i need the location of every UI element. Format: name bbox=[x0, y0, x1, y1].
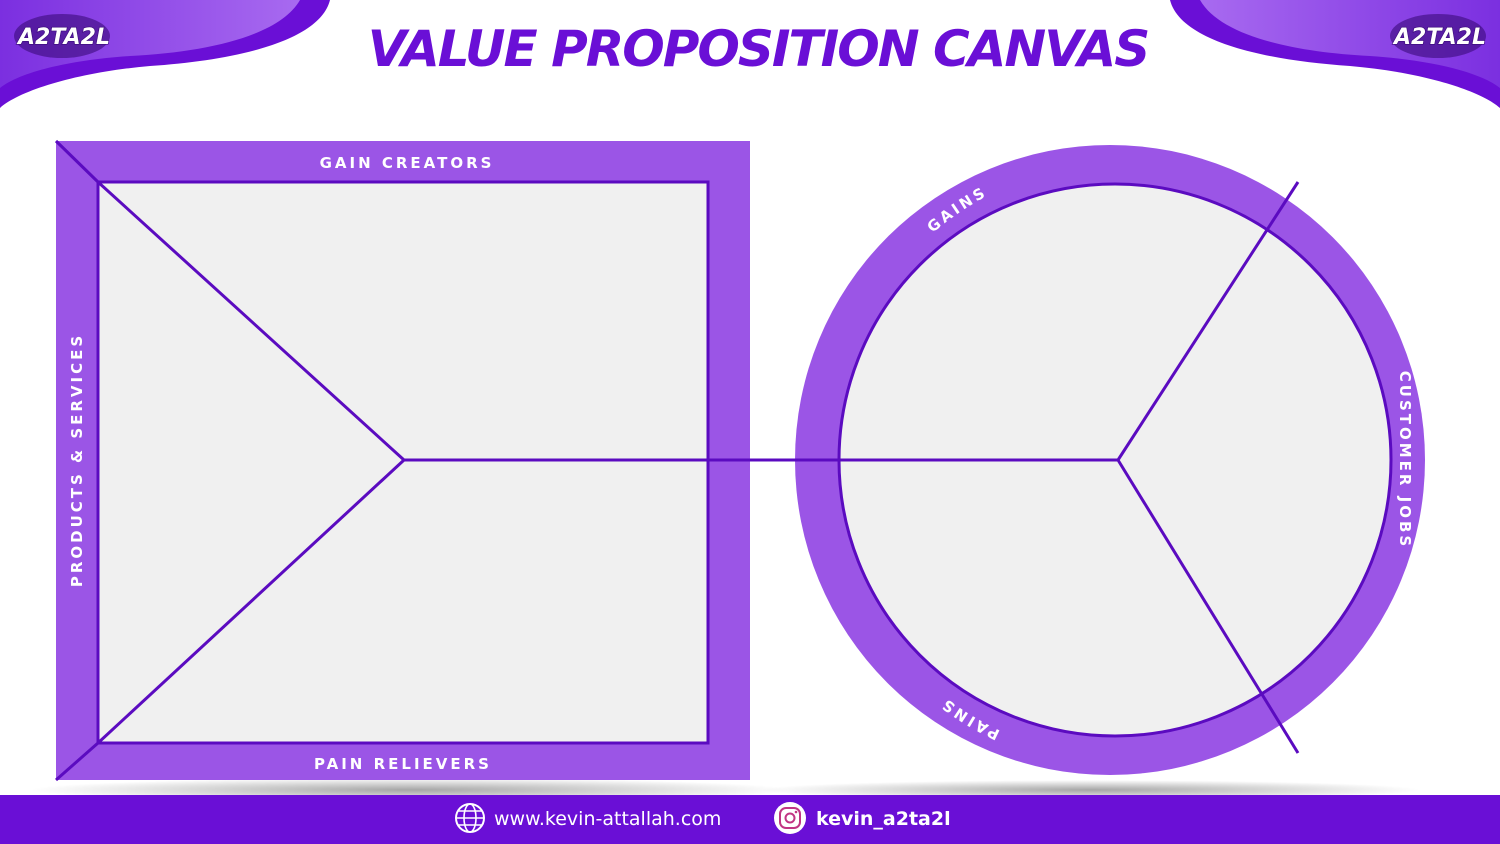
page-title: VALUE PROPOSITION CANVAS bbox=[368, 20, 1148, 78]
logo-left: A2TA2L bbox=[14, 14, 111, 58]
website-link[interactable]: www.kevin-attallah.com bbox=[494, 808, 721, 830]
logo-text-left: A2TA2L bbox=[16, 25, 110, 50]
logo-text-right: A2TA2L bbox=[1392, 25, 1486, 50]
products-services-label: PRODUCTS & SERVICES bbox=[68, 333, 86, 587]
value-proposition-canvas: A2TA2L A2TA2L VALUE PROPOSITION CANVAS G… bbox=[0, 0, 1500, 844]
footer-bar bbox=[0, 795, 1500, 844]
logo-right: A2TA2L bbox=[1390, 14, 1487, 58]
pain-relievers-label: PAIN RELIEVERS bbox=[314, 755, 492, 773]
instagram-icon bbox=[774, 802, 806, 834]
gain-creators-label: GAIN CREATORS bbox=[320, 154, 495, 172]
footer: www.kevin-attallah.com kevin_a2ta2l bbox=[0, 795, 1500, 844]
customer-jobs-label: CUSTOMER JOBS bbox=[1396, 371, 1414, 550]
instagram-handle[interactable]: kevin_a2ta2l bbox=[816, 808, 951, 830]
